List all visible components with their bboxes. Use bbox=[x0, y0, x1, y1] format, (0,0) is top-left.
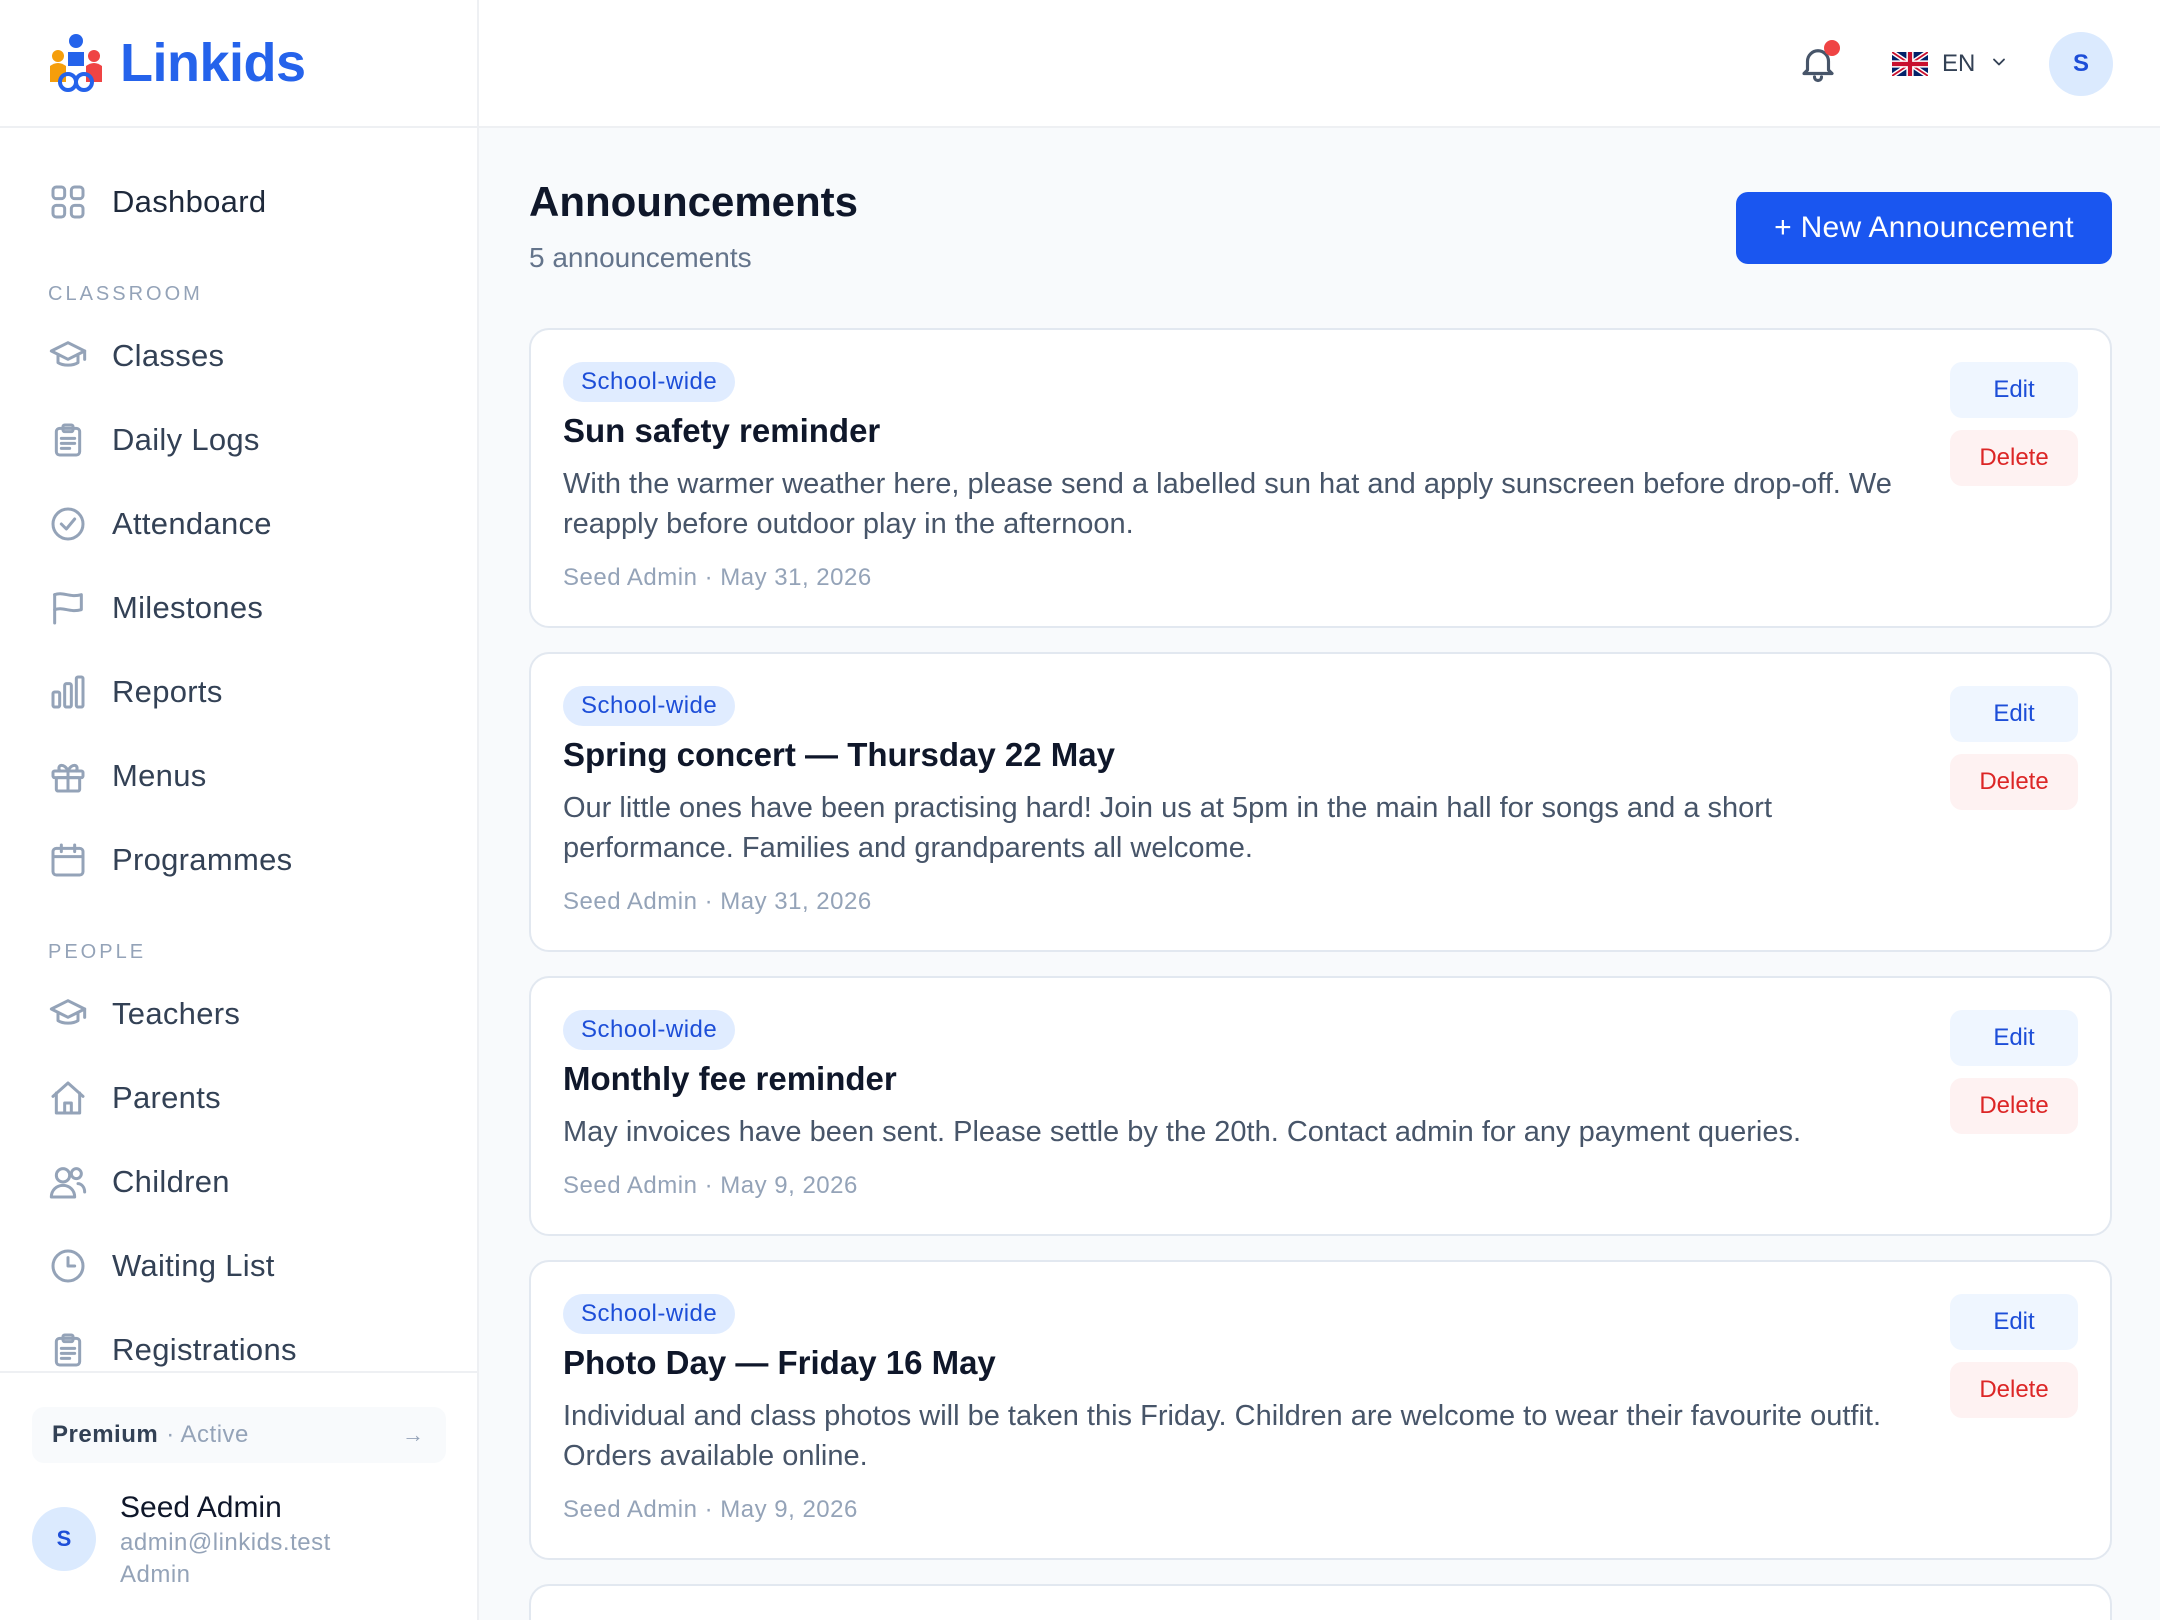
sidebar-footer: Premium · Active → S Seed Admin admin@li… bbox=[0, 1371, 477, 1620]
announcement-title: Photo Day — Friday 16 May bbox=[563, 1344, 996, 1381]
clock-icon bbox=[48, 1246, 88, 1286]
sidebar-item-label: Milestones bbox=[112, 590, 264, 625]
sidebar-item-menus[interactable]: Menus bbox=[0, 734, 477, 818]
logo[interactable]: Linkids bbox=[0, 0, 477, 128]
sidebar-item-label: Attendance bbox=[112, 506, 272, 541]
logo-icon bbox=[46, 32, 106, 94]
clipboard-icon bbox=[48, 1330, 88, 1370]
delete-button[interactable]: Delete bbox=[1950, 754, 2078, 810]
delete-button[interactable]: Delete bbox=[1950, 1362, 2078, 1418]
announcement-title: Monthly fee reminder bbox=[563, 1060, 897, 1097]
announcement-title: Spring concert — Thursday 22 May bbox=[563, 736, 1115, 773]
sidebar-item-label: Registrations bbox=[112, 1332, 297, 1367]
sidebar-item-label: Children bbox=[112, 1164, 230, 1199]
announcement-body: With the warmer weather here, please sen… bbox=[563, 468, 1892, 540]
section-label-people: PEOPLE bbox=[48, 941, 147, 963]
language-selector[interactable]: EN bbox=[1892, 48, 2009, 80]
grid-icon bbox=[48, 182, 88, 222]
edit-button[interactable]: Edit bbox=[1950, 686, 2078, 742]
clipboard-icon bbox=[48, 420, 88, 460]
audience-badge: School-wide bbox=[563, 1010, 736, 1050]
uk-flag-icon bbox=[1892, 52, 1928, 76]
sidebar-item-programmes[interactable]: Programmes bbox=[0, 818, 477, 902]
notification-dot bbox=[1824, 40, 1840, 56]
sidebar-item-label: Daily Logs bbox=[112, 422, 260, 457]
avatar[interactable]: S bbox=[32, 1507, 96, 1571]
delete-button[interactable]: Delete bbox=[1950, 1078, 2078, 1134]
sidebar-nav: Dashboard CLASSROOM Classes Daily Logs A… bbox=[0, 128, 477, 1392]
edit-button[interactable]: Edit bbox=[1950, 1010, 2078, 1066]
plan-badge[interactable]: Premium · Active → bbox=[32, 1407, 446, 1463]
announcement-meta: Seed Admin · May 9, 2026 bbox=[563, 1172, 858, 1199]
announcement-card: School-wide Spring concert — Thursday 22… bbox=[529, 652, 2112, 952]
chevron-down-icon bbox=[1989, 52, 2009, 77]
sidebar-item-dashboard[interactable]: Dashboard bbox=[0, 160, 477, 244]
announcement-title: Sun safety reminder bbox=[563, 412, 881, 449]
new-announcement-button[interactable]: + New Announcement bbox=[1736, 192, 2112, 264]
section-label-classroom: CLASSROOM bbox=[48, 283, 203, 305]
sidebar-item-label: Waiting List bbox=[112, 1248, 275, 1283]
announcement-body: Individual and class photos will be take… bbox=[563, 1400, 1881, 1472]
sidebar-item-label: Programmes bbox=[112, 842, 293, 877]
sidebar-item-milestones[interactable]: Milestones bbox=[0, 566, 477, 650]
graduation-cap-icon bbox=[48, 336, 88, 376]
top-bar: EN S bbox=[479, 0, 2160, 128]
announcement-meta: Seed Admin · May 31, 2026 bbox=[563, 888, 872, 915]
announcement-card: School-wide Sun safety reminder With the… bbox=[529, 328, 2112, 628]
sidebar-item-classes[interactable]: Classes bbox=[0, 314, 477, 398]
sidebar-item-reports[interactable]: Reports bbox=[0, 650, 477, 734]
bar-chart-icon bbox=[48, 672, 88, 712]
avatar[interactable]: S bbox=[2049, 32, 2113, 96]
sidebar-item-teachers[interactable]: Teachers bbox=[0, 972, 477, 1056]
sidebar-item-label: Parents bbox=[112, 1080, 221, 1115]
home-icon bbox=[48, 1078, 88, 1118]
sidebar-item-children[interactable]: Children bbox=[0, 1140, 477, 1224]
check-badge-icon bbox=[48, 504, 88, 544]
plan-name: Premium bbox=[52, 1421, 159, 1448]
calendar-icon bbox=[48, 840, 88, 880]
sidebar-item-label: Classes bbox=[112, 338, 225, 373]
audience-badge: School-wide bbox=[563, 1294, 736, 1334]
delete-button[interactable]: Delete bbox=[1950, 430, 2078, 486]
edit-button[interactable]: Edit bbox=[1950, 1294, 2078, 1350]
sidebar-item-parents[interactable]: Parents bbox=[0, 1056, 477, 1140]
app-name: Linkids bbox=[120, 33, 306, 93]
language-label: EN bbox=[1942, 50, 1976, 77]
plan-status: · Active bbox=[166, 1421, 249, 1448]
sidebar-item-waiting-list[interactable]: Waiting List bbox=[0, 1224, 477, 1308]
users-icon bbox=[48, 1162, 88, 1202]
announcement-meta: Seed Admin · May 9, 2026 bbox=[563, 1496, 858, 1523]
sidebar-item-label: Reports bbox=[112, 674, 223, 709]
announcement-card bbox=[529, 1584, 2112, 1620]
sidebar-item-label: Menus bbox=[112, 758, 207, 793]
gift-icon bbox=[48, 756, 88, 796]
announcement-meta: Seed Admin · May 31, 2026 bbox=[563, 564, 872, 591]
announcement-body: May invoices have been sent. Please sett… bbox=[563, 1116, 1802, 1148]
announcement-body: Our little ones have been practising har… bbox=[563, 792, 1773, 864]
sidebar-item-attendance[interactable]: Attendance bbox=[0, 482, 477, 566]
graduation-cap-icon bbox=[48, 994, 88, 1034]
audience-badge: School-wide bbox=[563, 686, 736, 726]
edit-button[interactable]: Edit bbox=[1950, 362, 2078, 418]
sidebar-item-daily-logs[interactable]: Daily Logs bbox=[0, 398, 477, 482]
flag-icon bbox=[48, 588, 88, 628]
audience-badge: School-wide bbox=[563, 362, 736, 402]
sidebar-item-label: Dashboard bbox=[112, 184, 267, 219]
arrow-right-icon: → bbox=[402, 1422, 424, 1447]
announcement-card: School-wide Photo Day — Friday 16 May In… bbox=[529, 1260, 2112, 1560]
announcement-count: 5 announcements bbox=[529, 242, 752, 273]
sidebar: Linkids Dashboard CLASSROOM Classes Dail… bbox=[0, 0, 479, 1620]
user-email: admin@linkids.test bbox=[120, 1529, 331, 1556]
user-name: Seed Admin bbox=[120, 1491, 282, 1524]
announcement-card: School-wide Monthly fee reminder May inv… bbox=[529, 976, 2112, 1236]
page-title: Announcements bbox=[529, 178, 859, 225]
user-role: Admin bbox=[120, 1561, 191, 1588]
sidebar-item-label: Teachers bbox=[112, 996, 241, 1031]
